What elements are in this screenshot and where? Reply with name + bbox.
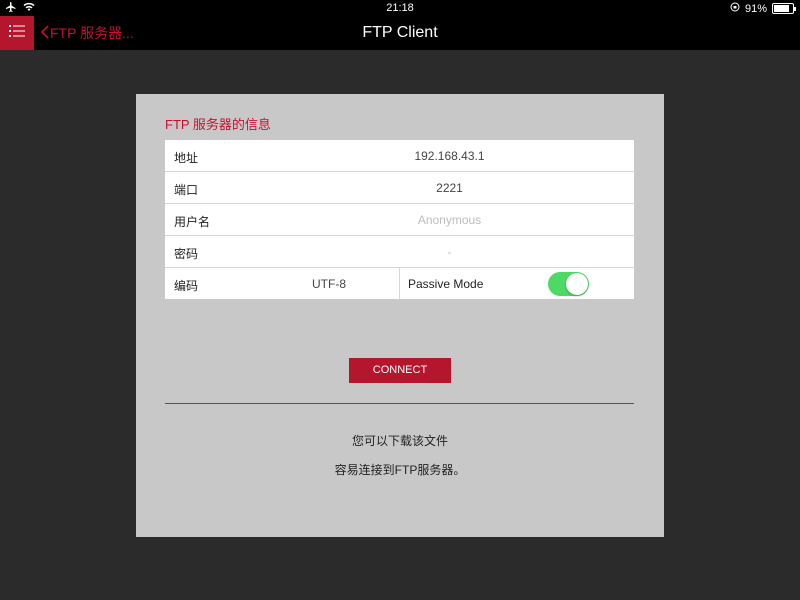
ftp-server-panel: FTP 服务器的信息 地址 192.168.43.1 端口 2221 用户名 A… — [136, 94, 664, 537]
battery-tip — [794, 7, 796, 11]
row-divider — [399, 268, 400, 299]
menu-button[interactable] — [0, 16, 34, 50]
encoding-value[interactable]: UTF-8 — [265, 277, 393, 291]
battery-icon — [772, 3, 796, 14]
info-text-line2: 容易连接到FTP服务器。 — [334, 463, 466, 477]
chevron-left-icon — [40, 24, 49, 42]
orientation-lock-icon — [730, 2, 740, 15]
address-value[interactable]: 192.168.43.1 — [265, 149, 634, 163]
nav-bar: FTP 服务器... FTP Client — [0, 16, 800, 50]
address-row[interactable]: 地址 192.168.43.1 — [165, 140, 634, 172]
info-text-line1: 您可以下载该文件 — [351, 434, 448, 448]
section-title: FTP 服务器的信息 — [165, 117, 271, 132]
battery-percent: 91% — [744, 2, 767, 15]
encoding-passive-row: 编码 UTF-8 Passive Mode — [165, 268, 634, 299]
port-row[interactable]: 端口 2221 — [165, 172, 634, 204]
separator-line — [165, 403, 634, 404]
status-time: 21:18 — [386, 2, 414, 14]
back-label: FTP 服务器... — [50, 25, 134, 41]
password-field[interactable]: - — [265, 245, 634, 259]
passive-mode-toggle[interactable] — [548, 272, 589, 296]
port-label: 端口 — [174, 183, 199, 197]
status-bar: 21:18 91% — [0, 0, 800, 16]
port-value[interactable]: 2221 — [265, 181, 634, 195]
password-label: 密码 — [174, 247, 199, 261]
username-label: 用户名 — [174, 215, 211, 229]
password-row[interactable]: 密码 - — [165, 236, 634, 268]
battery-fill — [774, 5, 789, 12]
server-info-form: 地址 192.168.43.1 端口 2221 用户名 Anonymous 密码… — [165, 140, 634, 299]
passive-mode-label: Passive Mode — [408, 277, 484, 291]
address-label: 地址 — [174, 151, 199, 165]
connect-button[interactable]: CONNECT — [349, 358, 451, 383]
encoding-label: 编码 — [174, 279, 199, 293]
list-icon — [9, 24, 25, 43]
username-field[interactable]: Anonymous — [265, 213, 634, 227]
status-right: 91% — [730, 2, 796, 15]
username-row[interactable]: 用户名 Anonymous — [165, 204, 634, 236]
back-button[interactable]: FTP 服务器... — [40, 16, 134, 50]
toggle-knob — [566, 273, 588, 295]
